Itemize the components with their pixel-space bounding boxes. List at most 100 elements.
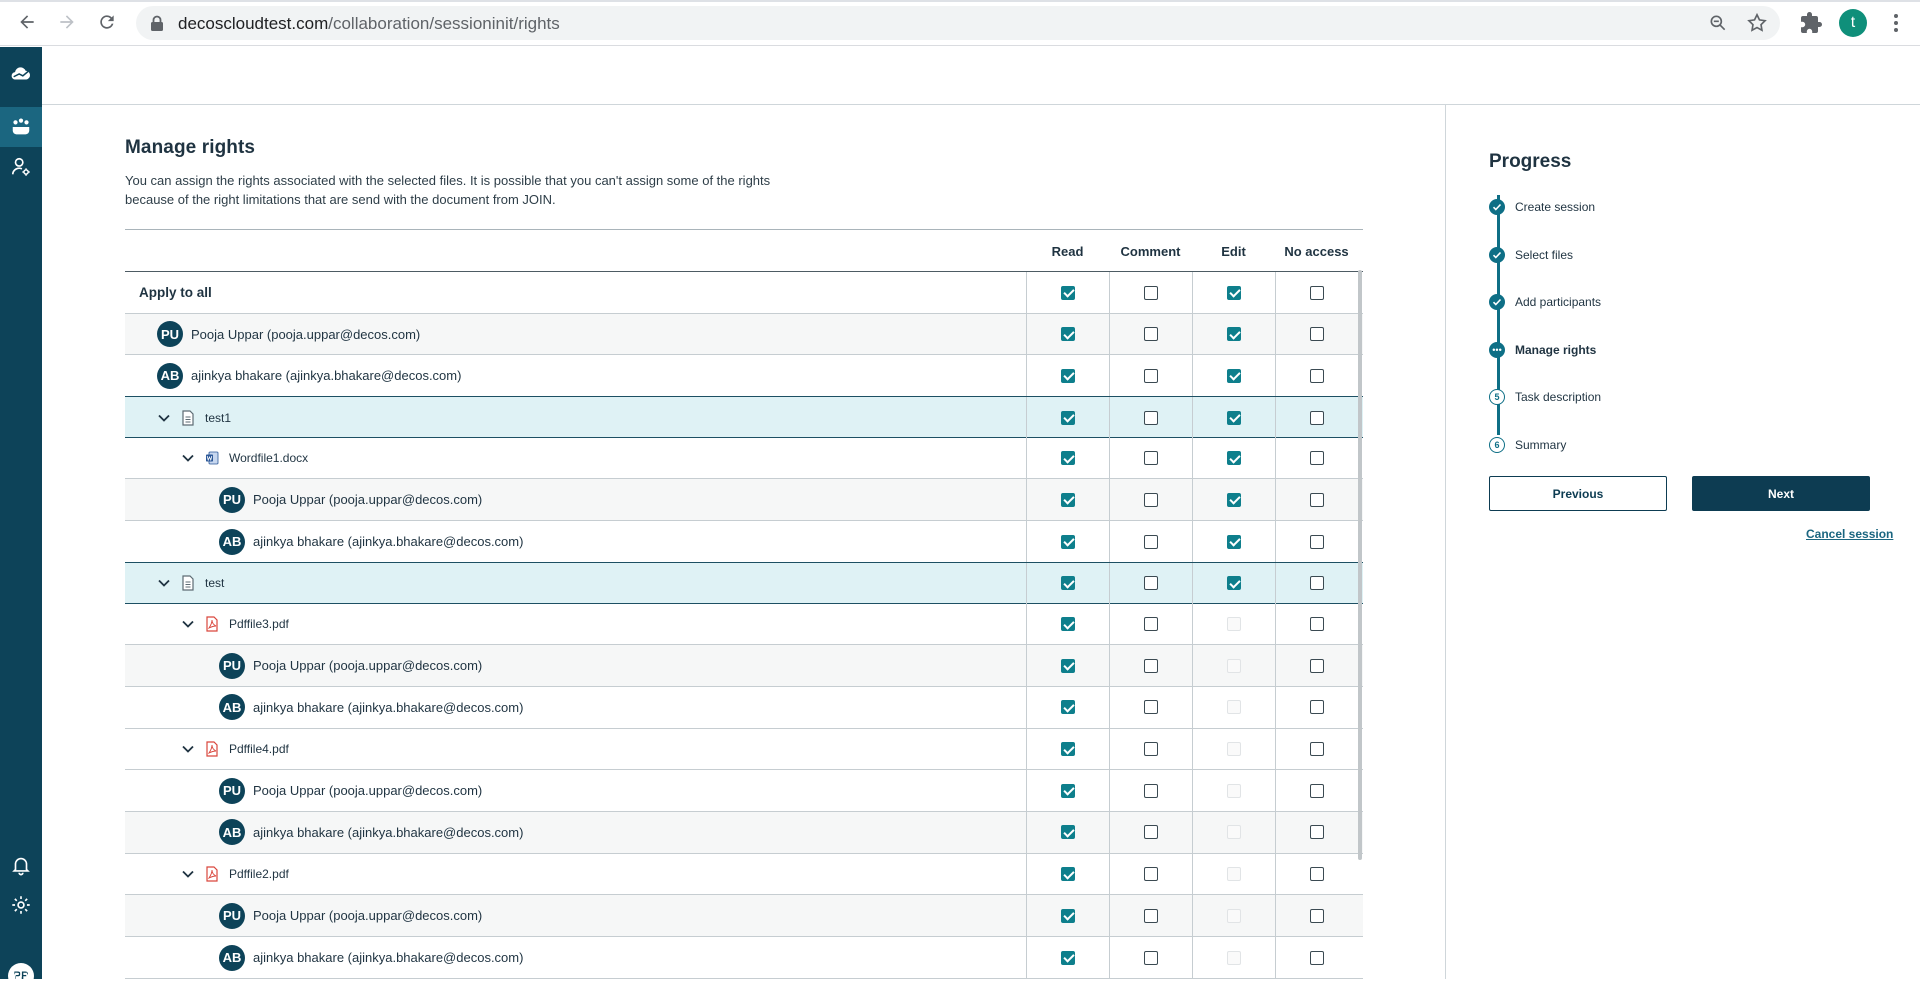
read-checkbox[interactable] — [1061, 742, 1075, 757]
comment-checkbox[interactable] — [1144, 534, 1158, 549]
comment-checkbox[interactable] — [1144, 285, 1158, 300]
comment-checkbox[interactable] — [1144, 867, 1158, 882]
read-checkbox[interactable] — [1061, 368, 1075, 383]
chevron-down-icon[interactable] — [157, 576, 171, 590]
zoom-icon[interactable] — [1708, 13, 1728, 33]
cell-edit — [1192, 313, 1275, 355]
comment-checkbox[interactable] — [1144, 327, 1158, 342]
profile-avatar[interactable]: t — [1839, 9, 1867, 37]
read-checkbox[interactable] — [1061, 825, 1075, 840]
table-scrollbar[interactable] — [1358, 270, 1362, 860]
comment-checkbox[interactable] — [1144, 908, 1158, 923]
cell-edit — [1192, 853, 1275, 895]
read-checkbox[interactable] — [1061, 492, 1075, 507]
no-access-checkbox[interactable] — [1310, 617, 1324, 631]
sidebar-item-cloud[interactable] — [0, 54, 42, 94]
comment-checkbox[interactable] — [1144, 617, 1158, 631]
sidebar-item-user-settings[interactable] — [0, 147, 42, 187]
page-title: Manage rights — [125, 137, 256, 158]
comment-checkbox[interactable] — [1144, 576, 1158, 591]
read-checkbox[interactable] — [1061, 451, 1075, 466]
no-access-checkbox[interactable] — [1310, 410, 1324, 425]
forward-button[interactable] — [52, 7, 82, 37]
read-checkbox[interactable] — [1061, 534, 1075, 549]
no-access-checkbox[interactable] — [1310, 368, 1324, 383]
read-checkbox[interactable] — [1061, 867, 1075, 882]
no-access-checkbox[interactable] — [1310, 658, 1324, 673]
address-bar[interactable]: decoscloudtest.com/collaboration/session… — [136, 6, 1780, 40]
next-button[interactable]: Next — [1692, 476, 1870, 511]
no-access-checkbox[interactable] — [1310, 783, 1324, 798]
sidebar-item-collaboration[interactable] — [0, 107, 42, 147]
reload-button[interactable] — [92, 7, 122, 37]
no-access-checkbox[interactable] — [1310, 576, 1324, 591]
chevron-down-icon[interactable] — [181, 451, 195, 465]
participant-row: AB ajinkya bhakare (ajinkya.bhakare@decos… — [125, 521, 1363, 563]
participant-avatar: AB — [219, 528, 245, 555]
no-access-checkbox[interactable] — [1310, 285, 1324, 300]
edit-checkbox[interactable] — [1227, 576, 1241, 591]
chevron-down-icon[interactable] — [157, 411, 171, 425]
comment-checkbox[interactable] — [1144, 410, 1158, 425]
app-sidebar: PP — [0, 47, 42, 989]
cancel-session-link[interactable]: Cancel session — [1806, 527, 1893, 541]
edit-checkbox[interactable] — [1227, 327, 1241, 342]
read-checkbox[interactable] — [1061, 700, 1075, 715]
read-checkbox[interactable] — [1061, 576, 1075, 591]
no-access-checkbox[interactable] — [1310, 742, 1324, 757]
chevron-down-icon[interactable] — [181, 867, 195, 881]
bookmark-star-icon[interactable] — [1746, 12, 1768, 34]
pdf-file-icon — [206, 616, 218, 632]
back-button[interactable] — [12, 7, 42, 37]
no-access-checkbox[interactable] — [1310, 908, 1324, 923]
read-checkbox[interactable] — [1061, 658, 1075, 673]
comment-checkbox[interactable] — [1144, 368, 1158, 383]
read-checkbox[interactable] — [1061, 908, 1075, 923]
row-label: test — [157, 563, 224, 604]
no-access-checkbox[interactable] — [1310, 950, 1324, 965]
comment-checkbox[interactable] — [1144, 783, 1158, 798]
row-label: AB ajinkya bhakare (ajinkya.bhakare@decos… — [157, 355, 461, 396]
no-access-checkbox[interactable] — [1310, 327, 1324, 342]
comment-checkbox[interactable] — [1144, 492, 1158, 507]
collaboration-icon — [12, 118, 30, 135]
chevron-down-icon[interactable] — [181, 617, 195, 631]
more-vert-icon[interactable] — [1884, 11, 1908, 35]
no-access-checkbox[interactable] — [1310, 451, 1324, 466]
read-checkbox[interactable] — [1061, 617, 1075, 631]
no-access-checkbox[interactable] — [1310, 825, 1324, 840]
edit-checkbox[interactable] — [1227, 368, 1241, 383]
no-access-checkbox[interactable] — [1310, 867, 1324, 882]
edit-checkbox[interactable] — [1227, 285, 1241, 300]
previous-button[interactable]: Previous — [1489, 476, 1667, 511]
edit-checkbox[interactable] — [1227, 492, 1241, 507]
sidebar-item-settings[interactable] — [0, 885, 42, 925]
cell-read — [1026, 313, 1109, 355]
read-checkbox[interactable] — [1061, 783, 1075, 798]
edit-checkbox[interactable] — [1227, 534, 1241, 549]
participant-row: AB ajinkya bhakare (ajinkya.bhakare@decos… — [125, 355, 1363, 398]
comment-checkbox[interactable] — [1144, 451, 1158, 466]
read-checkbox[interactable] — [1061, 410, 1075, 425]
edit-checkbox[interactable] — [1227, 451, 1241, 466]
read-checkbox[interactable] — [1061, 327, 1075, 342]
comment-checkbox[interactable] — [1144, 742, 1158, 757]
comment-checkbox[interactable] — [1144, 950, 1158, 965]
sidebar-item-notifications[interactable] — [0, 845, 42, 885]
read-checkbox[interactable] — [1061, 950, 1075, 965]
extensions-puzzle-icon[interactable] — [1799, 11, 1823, 35]
no-access-checkbox[interactable] — [1310, 492, 1324, 507]
comment-checkbox[interactable] — [1144, 700, 1158, 715]
chevron-down-icon[interactable] — [181, 742, 195, 756]
read-checkbox[interactable] — [1061, 285, 1075, 300]
participant-avatar: PU — [219, 902, 245, 929]
cell-edit — [1192, 728, 1275, 770]
no-access-checkbox[interactable] — [1310, 534, 1324, 549]
comment-checkbox[interactable] — [1144, 658, 1158, 673]
sidebar-item-logout[interactable] — [0, 938, 42, 985]
comment-checkbox[interactable] — [1144, 825, 1158, 840]
edit-checkbox — [1227, 867, 1241, 882]
edit-checkbox[interactable] — [1227, 410, 1241, 425]
no-access-checkbox[interactable] — [1310, 700, 1324, 715]
row-label-text: ajinkya bhakare (ajinkya.bhakare@decos.c… — [253, 950, 524, 965]
